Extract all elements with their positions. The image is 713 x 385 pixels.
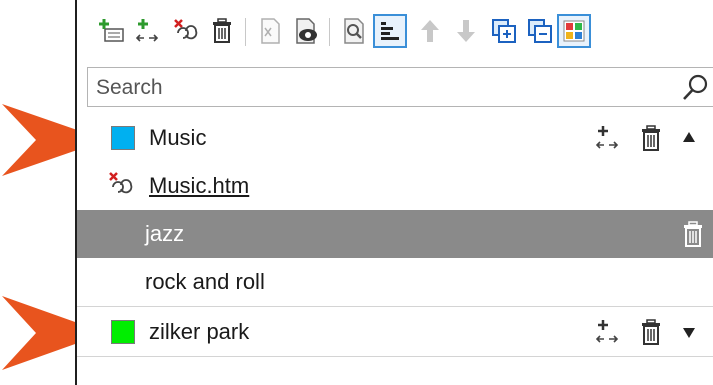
divider [77,306,713,307]
collapse-all-icon [528,19,552,43]
preview-button[interactable] [289,14,323,48]
delete-button[interactable] [205,14,239,48]
delete-icon[interactable] [639,318,663,346]
find-button[interactable] [337,14,371,48]
find-icon [344,18,364,44]
move-up-button[interactable] [413,14,447,48]
move-down-button[interactable] [449,14,483,48]
toolbar-separator [245,18,246,46]
delete-icon[interactable] [681,220,705,248]
file-link[interactable]: Music.htm [149,173,249,199]
move-down-icon [457,20,475,42]
add-link-icon[interactable] [596,318,622,346]
add-link-button[interactable] [133,14,167,48]
tree-row-rock[interactable]: rock and roll [77,258,713,306]
expand-all-icon [492,19,516,43]
tree-row-link[interactable]: Music.htm [77,162,713,210]
toolbar-separator [329,18,330,46]
color-swatch-music[interactable] [111,126,135,150]
tree-row-jazz[interactable]: jazz [77,210,713,258]
tree-item-label: Music [149,125,207,150]
toolbar [77,8,713,58]
tree-row-zilker-park[interactable]: zilker park [77,308,713,356]
document-button[interactable] [253,14,287,48]
remove-link-button[interactable] [169,14,203,48]
add-link-icon[interactable] [596,124,622,152]
delete-icon [213,18,231,43]
add-category-button[interactable] [95,14,129,48]
tree-row-music[interactable]: Music [77,114,713,162]
expand-arrow-icon[interactable] [681,326,697,340]
tree-item-label: rock and roll [145,269,265,294]
remove-link-icon [174,19,198,40]
color-palette-button[interactable] [557,14,591,48]
search-input[interactable] [94,72,668,104]
color-palette-icon [563,20,585,42]
add-category-icon [99,19,124,42]
condition-tags-panel: Music Music.htm jazz [75,0,713,385]
expand-all-button[interactable] [487,14,521,48]
divider [77,356,713,357]
remove-link-icon[interactable] [107,170,137,200]
collapse-arrow-icon[interactable] [681,130,697,144]
collapse-all-button[interactable] [523,14,557,48]
color-swatch-zilker-park[interactable] [111,320,135,344]
sort-icon [381,22,399,40]
move-up-icon [421,20,439,42]
tree-item-label: jazz [145,221,185,246]
search-box [87,67,713,107]
preview-icon [296,18,317,44]
add-link-icon [136,19,159,42]
search-icon[interactable] [680,73,710,103]
sort-button[interactable] [373,14,407,48]
delete-icon[interactable] [639,124,663,152]
tree-item-label: zilker park [149,319,250,344]
document-icon [261,18,280,44]
